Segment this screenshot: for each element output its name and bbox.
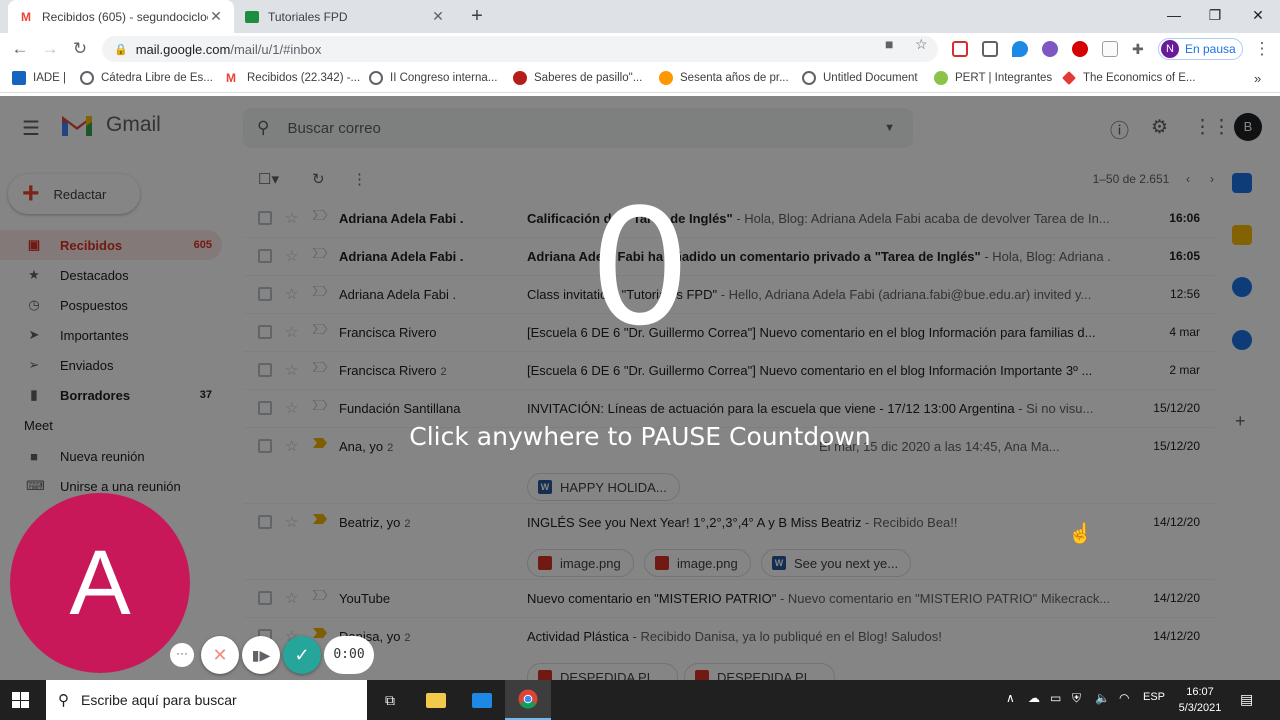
input-language[interactable]: ESP (1143, 691, 1165, 703)
search-icon: ⚲ (58, 692, 69, 709)
browser-toolbar: ← → ↻ 🔒 mail.google.com/mail/u/1/#inbox … (0, 33, 1280, 65)
globe-icon (369, 71, 383, 85)
bookmark-label: The Economics of E... (1083, 72, 1196, 84)
finish-recording-button[interactable]: ✓ (283, 636, 321, 674)
extensions-puzzle-icon[interactable]: ✚ (1132, 41, 1148, 57)
extension-doc-icon[interactable] (1102, 41, 1118, 57)
volume-icon[interactable]: 🔈 (1095, 691, 1110, 705)
close-icon: ✕ (212, 644, 228, 665)
bookmark-label: Untitled Document (823, 72, 918, 84)
tab-title: Recibidos (605) - segundocicloes (42, 9, 208, 24)
chrome-app-icon[interactable] (505, 680, 551, 720)
minimize-button[interactable]: — (1162, 4, 1186, 26)
globe-icon (802, 71, 816, 85)
new-tab-button[interactable]: + (466, 5, 488, 27)
bookmark-label: II Congreso interna... (390, 72, 498, 84)
taskbar-search[interactable]: ⚲ Escribe aquí para buscar (46, 680, 367, 720)
bookmark-favicon-icon (659, 71, 673, 85)
bookmark-star-icon[interactable]: ☆ (915, 36, 928, 53)
windows-taskbar: ⚲ Escribe aquí para buscar ⧉ ∧ ☁ ▭ ⛨ 🔈 ◠… (0, 680, 1280, 720)
maximize-button[interactable]: ❐ (1203, 4, 1227, 26)
extension-recorder-icon[interactable] (1072, 41, 1088, 57)
bookmark-favicon-icon (934, 71, 948, 85)
tab-tutoriales[interactable]: Tutoriales FPD ✕ (234, 0, 456, 33)
countdown-number: 0 (589, 174, 691, 361)
close-tab-icon[interactable]: ✕ (430, 8, 446, 25)
tab-gmail[interactable]: M Recibidos (605) - segundocicloes ✕ (8, 0, 234, 33)
webcam-bubble[interactable]: A (10, 493, 190, 673)
tab-strip: M Recibidos (605) - segundocicloes ✕ Tut… (0, 0, 1280, 33)
bookmark-item[interactable]: II Congreso interna... (369, 71, 497, 85)
bookmark-item[interactable]: Saberes de pasillo"... (513, 71, 642, 85)
system-clock[interactable]: 16:07 5/3/2021 (1170, 684, 1230, 716)
menu-kebab-icon[interactable]: ⋮ (1250, 37, 1274, 61)
bookmark-label: PERT | Integrantes (955, 72, 1053, 84)
extension-drop-icon[interactable] (1012, 41, 1028, 57)
bookmark-item[interactable]: Cátedra Libre de Es... (80, 71, 213, 85)
extension-asterisk-icon[interactable] (1042, 41, 1058, 57)
recording-timer: 0:00 (324, 636, 374, 674)
gmail-icon: M (226, 71, 236, 85)
address-bar[interactable]: 🔒 mail.google.com/mail/u/1/#inbox (102, 36, 938, 62)
tray-expand-icon[interactable]: ∧ (1006, 691, 1015, 705)
camera-icon[interactable]: ■ (885, 36, 893, 52)
back-arrow-icon[interactable]: ← (8, 37, 32, 61)
reload-icon[interactable]: ↻ (68, 37, 92, 61)
webcam-avatar-initial: A (69, 532, 131, 634)
clock-time: 16:07 (1186, 686, 1214, 698)
gmail-favicon-icon: M (21, 9, 31, 24)
notifications-icon[interactable]: ▤ (1240, 691, 1253, 708)
bookmarks-bar: IADE | Cátedra Libre de Es... M Recibidos… (0, 65, 1280, 93)
recorder-more-icon[interactable]: ··· (170, 643, 194, 667)
check-icon: ✓ (294, 644, 310, 665)
resume-recording-button[interactable]: ▮▶ (242, 636, 280, 674)
extension-icon[interactable] (952, 41, 968, 57)
bookmark-item[interactable]: Untitled Document (802, 71, 918, 85)
url-path: /mail/u/1/#inbox (230, 41, 322, 57)
hand-cursor-icon: ☝ (1068, 523, 1093, 545)
bookmark-label: Recibidos (22.342) -... (247, 72, 361, 84)
lock-icon: 🔒 (114, 43, 128, 56)
windows-start-icon[interactable] (12, 692, 30, 708)
globe-icon (80, 71, 94, 85)
close-window-button[interactable]: ✕ (1246, 4, 1270, 26)
file-explorer-icon[interactable] (413, 680, 459, 720)
wifi-icon[interactable]: ◠ (1119, 691, 1129, 705)
tab-title: Tutoriales FPD (268, 9, 348, 24)
task-view-icon[interactable]: ⧉ (367, 680, 413, 720)
bookmark-item[interactable]: IADE | (12, 71, 66, 85)
profile-button[interactable]: N En pausa (1158, 38, 1243, 60)
device-icon[interactable]: ▭ (1050, 691, 1061, 705)
bookmark-item[interactable]: The Economics of E... (1062, 71, 1196, 85)
close-tab-icon[interactable]: ✕ (208, 8, 224, 25)
bookmark-favicon-icon (1062, 71, 1076, 85)
bookmark-label: Cátedra Libre de Es... (101, 72, 213, 84)
onedrive-icon[interactable]: ☁ (1028, 691, 1040, 705)
bookmark-item[interactable]: PERT | Integrantes (934, 71, 1052, 85)
security-icon[interactable]: ⛨ (1072, 691, 1081, 706)
bookmark-favicon-icon (513, 71, 527, 85)
url-host: mail.google.com (135, 41, 231, 57)
extension-grid-icon[interactable] (982, 41, 998, 57)
mail-app-icon[interactable] (459, 680, 505, 720)
bookmark-item[interactable]: Sesenta años de pr... (659, 71, 789, 85)
cancel-recording-button[interactable]: ✕ (201, 636, 239, 674)
taskbar-search-input[interactable]: Escribe aquí para buscar (81, 692, 237, 708)
bookmark-label: Saberes de pasillo"... (534, 72, 643, 84)
pause-instruction: Click anywhere to PAUSE Countdown (409, 422, 871, 451)
bookmark-label: IADE | (33, 72, 67, 84)
play-pause-icon: ▮▶ (251, 646, 271, 663)
profile-avatar: N (1161, 40, 1179, 58)
profile-status: En pausa (1185, 42, 1236, 56)
clock-date: 5/3/2021 (1178, 702, 1222, 714)
bookmark-item[interactable]: M Recibidos (22.342) -... (226, 71, 360, 85)
bookmark-favicon-icon (12, 71, 26, 85)
forward-arrow-icon[interactable]: → (38, 37, 62, 61)
chrome-icon (518, 689, 538, 709)
more-bookmarks-icon[interactable]: » (1254, 71, 1261, 86)
bookmark-label: Sesenta años de pr... (680, 72, 789, 84)
classroom-favicon-icon (244, 9, 260, 25)
